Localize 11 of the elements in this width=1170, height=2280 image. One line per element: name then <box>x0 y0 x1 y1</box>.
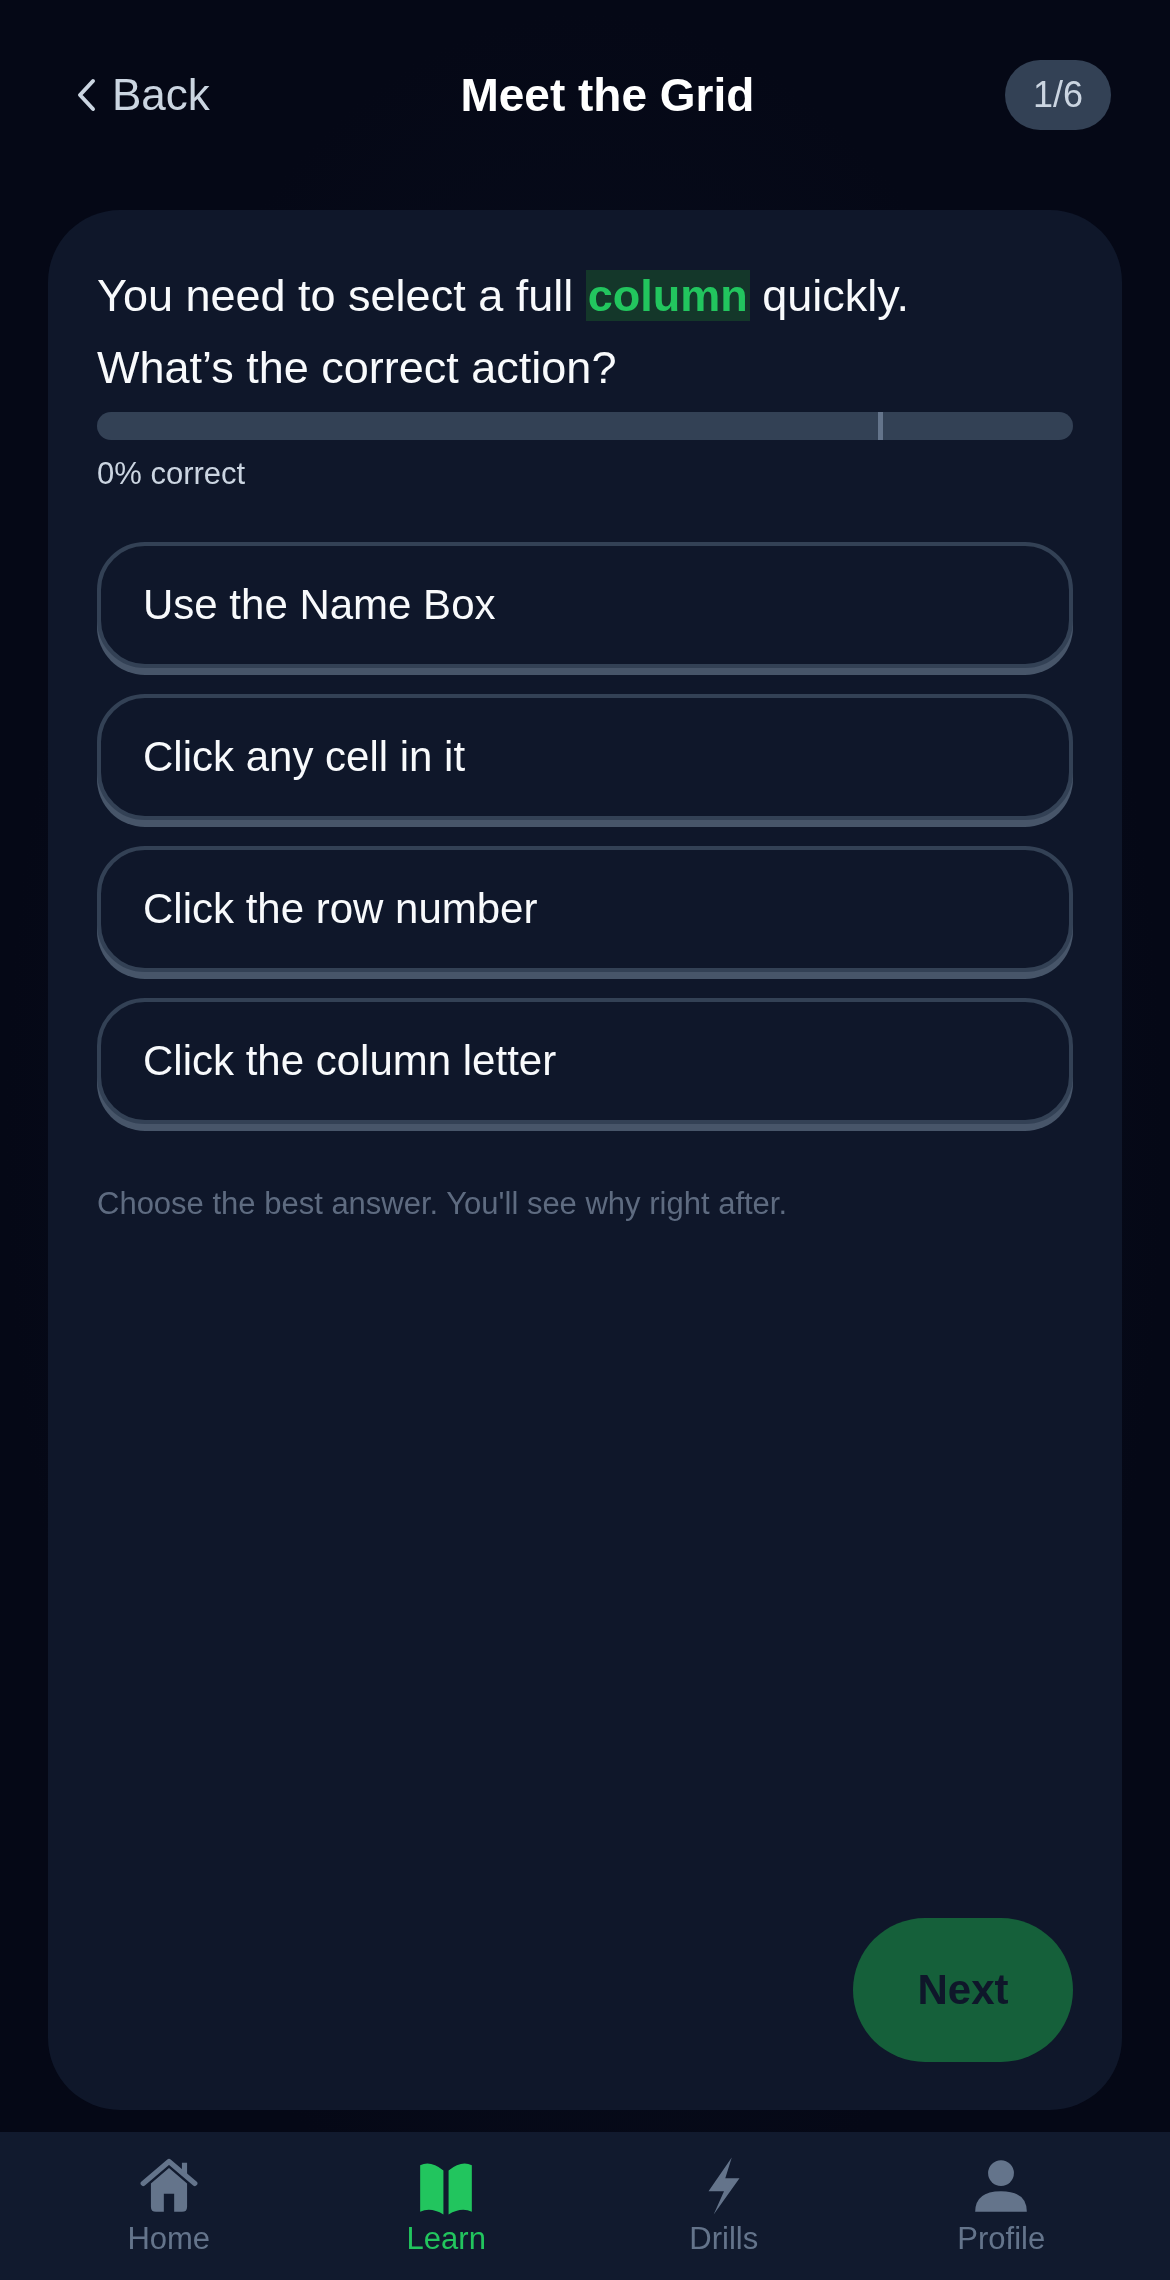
progress-label: 0% correct <box>97 456 247 492</box>
nav-tab[interactable]: Profile <box>901 2132 1102 2280</box>
nav-tab[interactable]: Home <box>68 2132 269 2280</box>
screen-title: Meet the Grid <box>460 68 755 122</box>
question-text: You need to select a full column quickly. What’s the correct action? <box>97 269 910 395</box>
step-counter: 1/6 <box>1004 60 1111 130</box>
back-icon <box>76 78 96 112</box>
back-link[interactable]: Back <box>76 70 210 120</box>
nav-tab[interactable]: Drills <box>623 2132 824 2280</box>
hint-text: Choose the best answer. You'll see why right after. <box>97 1186 789 1222</box>
nav-tab[interactable]: Learn <box>346 2132 547 2280</box>
